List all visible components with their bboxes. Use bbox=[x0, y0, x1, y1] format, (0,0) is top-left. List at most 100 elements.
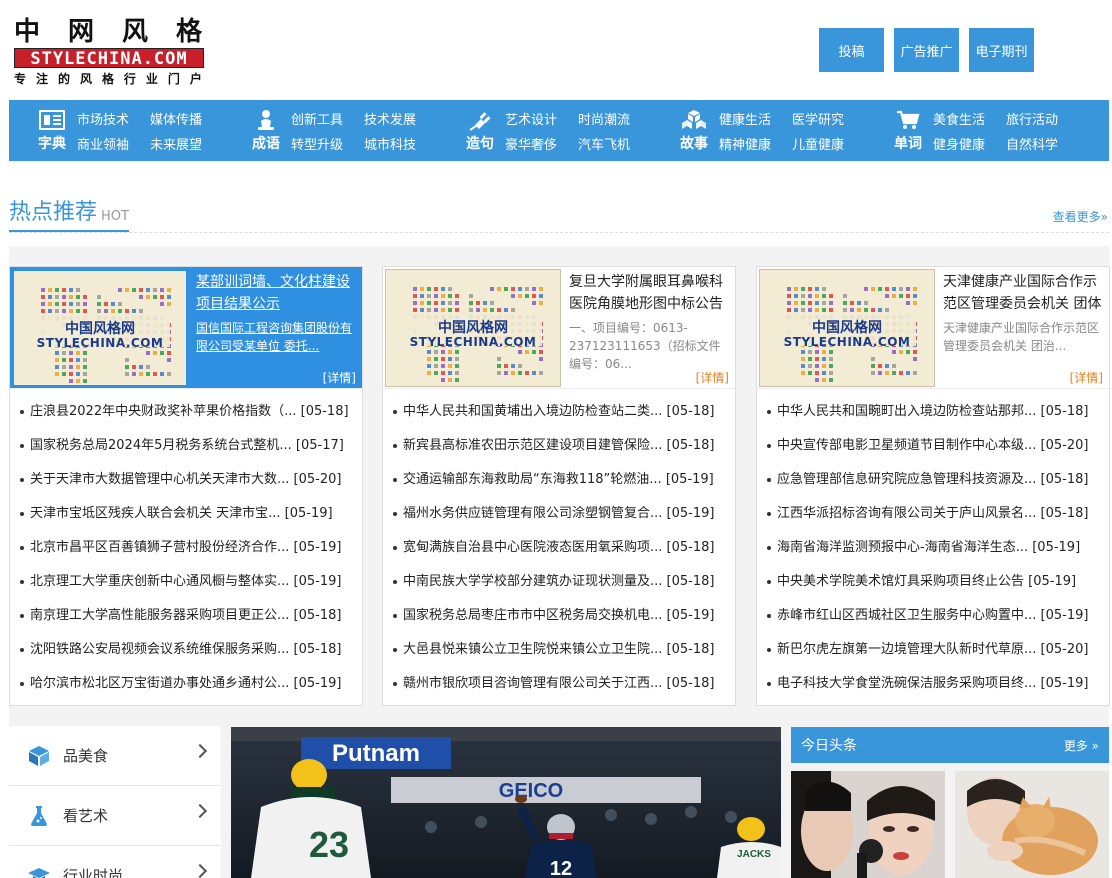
category-food[interactable]: 品美食 bbox=[9, 726, 221, 786]
nav-link[interactable]: 健康生活 bbox=[719, 109, 792, 128]
list-item[interactable]: 中央美术学院美术馆灯具采购项目终止公告 [05-19] bbox=[765, 565, 1101, 599]
featured-article-summary[interactable]: 天津健康产业国际合作示范区管理委员会机关 团治... bbox=[943, 319, 1105, 373]
nav-link[interactable]: 未来展望 bbox=[150, 134, 223, 153]
list-item[interactable]: 新巴尔虎左旗第一边境管理大队新时代草原... [05-20] bbox=[765, 633, 1101, 667]
category-label: 行业时尚 bbox=[63, 867, 124, 878]
list-item[interactable]: 北京理工大学重庆创新中心通风橱与整体实... [05-19] bbox=[18, 565, 354, 599]
article-thumbnail[interactable]: 中国风格网 STYLECHINA.COM bbox=[759, 269, 935, 387]
view-more-link[interactable]: 查看更多» bbox=[1053, 208, 1108, 225]
nav-link[interactable]: 美食生活 bbox=[933, 109, 1006, 128]
bullet-icon bbox=[767, 613, 771, 618]
list-item[interactable]: 关于天津市大数据管理中心机关天津市大数... [05-20] bbox=[18, 463, 354, 497]
list-item[interactable]: 江西华派招标咨询有限公司关于庐山风景名... [05-18] bbox=[765, 497, 1101, 531]
nav-group-word: 单词 美食生活 旅行活动 健身健康 自然科学 bbox=[865, 100, 1079, 161]
featured-photo-football[interactable]: Putnam GEICO 23 12 JACKS bbox=[231, 727, 781, 878]
logo-char: 风 bbox=[121, 17, 148, 47]
nav-category-dictionary[interactable]: 字典 bbox=[37, 109, 67, 153]
article-thumbnail[interactable]: 中国风格网 STYLECHINA.COM bbox=[385, 269, 561, 387]
headline-image-cat[interactable] bbox=[955, 771, 1109, 878]
bullet-icon bbox=[393, 545, 397, 550]
makeup-photo bbox=[791, 771, 945, 878]
site-logo[interactable]: 中 网 风 格 STYLECHINA.COM 专 注 的 风 格 行 业 门 户 bbox=[14, 18, 206, 86]
featured-article[interactable]: 中国风格网 STYLECHINA.COM 复旦大学附属眼耳鼻喉科医院角膜地形图中标公… bbox=[383, 267, 735, 389]
nav-category-idiom[interactable]: 成语 bbox=[251, 109, 281, 153]
logo-char: 中 bbox=[14, 17, 41, 47]
nav-link[interactable]: 旅行活动 bbox=[1006, 109, 1079, 128]
list-item[interactable]: 哈尔滨市松北区万宝街道办事处通乡通村公... [05-19] bbox=[18, 667, 354, 701]
nav-link[interactable]: 儿童健康 bbox=[792, 134, 865, 153]
bullet-icon bbox=[20, 545, 24, 550]
nav-link[interactable]: 医学研究 bbox=[792, 109, 865, 128]
list-item-date: [05-19] bbox=[1032, 540, 1081, 555]
list-item[interactable]: 中华人民共和国畹町出入境边防检查站那邦... [05-18] bbox=[765, 395, 1101, 429]
slogan-char: 格 bbox=[101, 72, 114, 86]
nav-link[interactable]: 自然科学 bbox=[1006, 134, 1079, 153]
nav-link[interactable]: 豪华奢侈 bbox=[505, 134, 578, 153]
list-item[interactable]: 交通运输部东海救助局“东海救118”轮燃油... [05-19] bbox=[391, 463, 727, 497]
hot-panel: 中国风格网 STYLECHINA.COM 某部训词墙、文化柱建设项目结果公示国信国际… bbox=[9, 266, 363, 706]
nav-link[interactable]: 城市科技 bbox=[364, 134, 437, 153]
headlines-more-link[interactable]: 更多 » bbox=[1064, 737, 1099, 754]
nav-link[interactable]: 艺术设计 bbox=[505, 109, 578, 128]
list-item[interactable]: 宽甸满族自治县中心医院液态医用氧采购项... [05-18] bbox=[391, 531, 727, 565]
list-item[interactable]: 中华人民共和国黄埔出入境边防检查站二类... [05-18] bbox=[391, 395, 727, 429]
list-item[interactable]: 电子科技大学食堂洗碗保洁服务采购项目终... [05-19] bbox=[765, 667, 1101, 701]
featured-article-title[interactable]: 某部训词墙、文化柱建设项目结果公示 bbox=[196, 271, 358, 315]
list-item-title: 江西华派招标咨询有限公司关于庐山风景名... bbox=[777, 506, 1037, 521]
featured-article[interactable]: 中国风格网 STYLECHINA.COM 天津健康产业国际合作示范区管理委员会机关 … bbox=[757, 267, 1109, 389]
list-item[interactable]: 南京理工大学高性能服务器采购项目更正公... [05-18] bbox=[18, 599, 354, 633]
featured-article-summary[interactable]: 国信国际工程咨询集团股份有限公司受某单位 委托... bbox=[196, 319, 358, 355]
list-item[interactable]: 福州水务供应链管理有限公司涂塑钢管复合... [05-19] bbox=[391, 497, 727, 531]
category-fashion[interactable]: 行业时尚 bbox=[9, 846, 221, 878]
list-item[interactable]: 中央宣传部电影卫星频道节目制作中心本级... [05-20] bbox=[765, 429, 1101, 463]
list-item[interactable]: 新宾县高标准农田示范区建设项目建管保险... [05-18] bbox=[391, 429, 727, 463]
headlines-title: 今日头条 bbox=[801, 738, 857, 754]
list-item-title: 中南民族大学学校部分建筑办证现状测量及... bbox=[403, 574, 663, 589]
nav-category-story[interactable]: 故事 bbox=[679, 109, 709, 153]
list-item[interactable]: 海南省海洋监测预报中心-海南省海洋生态... [05-19] bbox=[765, 531, 1101, 565]
nav-link[interactable]: 媒体传播 bbox=[150, 109, 223, 128]
nav-link[interactable]: 创新工具 bbox=[291, 109, 364, 128]
headline-image-makeup[interactable] bbox=[791, 771, 945, 878]
nav-link[interactable]: 商业领袖 bbox=[77, 134, 150, 153]
nav-link[interactable]: 汽车飞机 bbox=[578, 134, 651, 153]
nav-link[interactable]: 时尚潮流 bbox=[578, 109, 651, 128]
nav-link[interactable]: 转型升级 bbox=[291, 134, 364, 153]
list-item-title: 天津市宝坻区残疾人联合会机关 天津市宝... bbox=[30, 506, 281, 521]
list-item[interactable]: 庄浪县2022年中央财政奖补苹果价格指数（... [05-18] bbox=[18, 395, 354, 429]
advertising-button[interactable]: 广告推广 bbox=[894, 28, 959, 72]
list-item[interactable]: 大邑县悦来镇公立卫生院悦来镇公立卫生院... [05-18] bbox=[391, 633, 727, 667]
featured-article-title[interactable]: 天津健康产业国际合作示范区管理委员会机关 团体 bbox=[943, 271, 1105, 315]
nav-link[interactable]: 精神健康 bbox=[719, 134, 792, 153]
nav-link[interactable]: 市场技术 bbox=[77, 109, 150, 128]
list-item[interactable]: 国家税务总局2024年5月税务系统台式整机... [05-17] bbox=[18, 429, 354, 463]
nav-link[interactable]: 健身健康 bbox=[933, 134, 1006, 153]
nav-link[interactable]: 技术发展 bbox=[364, 109, 437, 128]
list-item[interactable]: 赤峰市红山区西城社区卫生服务中心购置中... [05-19] bbox=[765, 599, 1101, 633]
list-item-date: [05-18] bbox=[293, 642, 342, 657]
list-item[interactable]: 应急管理部信息研究院应急管理科技资源及... [05-18] bbox=[765, 463, 1101, 497]
featured-article-title[interactable]: 复旦大学附属眼耳鼻喉科医院角膜地形图中标公告 bbox=[569, 271, 731, 315]
list-item[interactable]: 赣州市银欣项目咨询管理有限公司关于江西... [05-18] bbox=[391, 667, 727, 701]
e-journal-button[interactable]: 电子期刊 bbox=[969, 28, 1034, 72]
submit-article-button[interactable]: 投稿 bbox=[819, 28, 884, 72]
list-item-date: [05-18] bbox=[1040, 472, 1089, 487]
list-item[interactable]: 北京市昌平区百善镇狮子营村股份经济合作... [05-19] bbox=[18, 531, 354, 565]
logo-char: 网 bbox=[67, 17, 94, 47]
detail-link[interactable]: [详情] bbox=[1070, 369, 1103, 386]
slogan-char: 户 bbox=[189, 72, 202, 86]
list-item[interactable]: 国家税务总局枣庄市市中区税务局交换机电... [05-19] bbox=[391, 599, 727, 633]
cubes-icon bbox=[682, 109, 706, 129]
category-art[interactable]: 看艺术 bbox=[9, 786, 221, 846]
list-item[interactable]: 中南民族大学学校部分建筑办证现状测量及... [05-18] bbox=[391, 565, 727, 599]
list-item-title: 哈尔滨市松北区万宝街道办事处通乡通村公... bbox=[30, 676, 290, 691]
list-item[interactable]: 沈阳铁路公安局视频会议系统维保服务采购... [05-18] bbox=[18, 633, 354, 667]
list-item[interactable]: 天津市宝坻区残疾人联合会机关 天津市宝... [05-19] bbox=[18, 497, 354, 531]
detail-link[interactable]: [详情] bbox=[696, 369, 729, 386]
article-thumbnail[interactable]: 中国风格网 STYLECHINA.COM bbox=[12, 269, 188, 387]
detail-link[interactable]: [详情] bbox=[323, 369, 356, 386]
featured-article[interactable]: 中国风格网 STYLECHINA.COM 某部训词墙、文化柱建设项目结果公示国信国际… bbox=[10, 267, 362, 389]
nav-category-sentence[interactable]: 造句 bbox=[465, 109, 495, 153]
featured-article-summary[interactable]: 一、项目编号：0613-237123111653（招标文件编号：06... bbox=[569, 319, 731, 373]
nav-category-word[interactable]: 单词 bbox=[893, 109, 923, 153]
